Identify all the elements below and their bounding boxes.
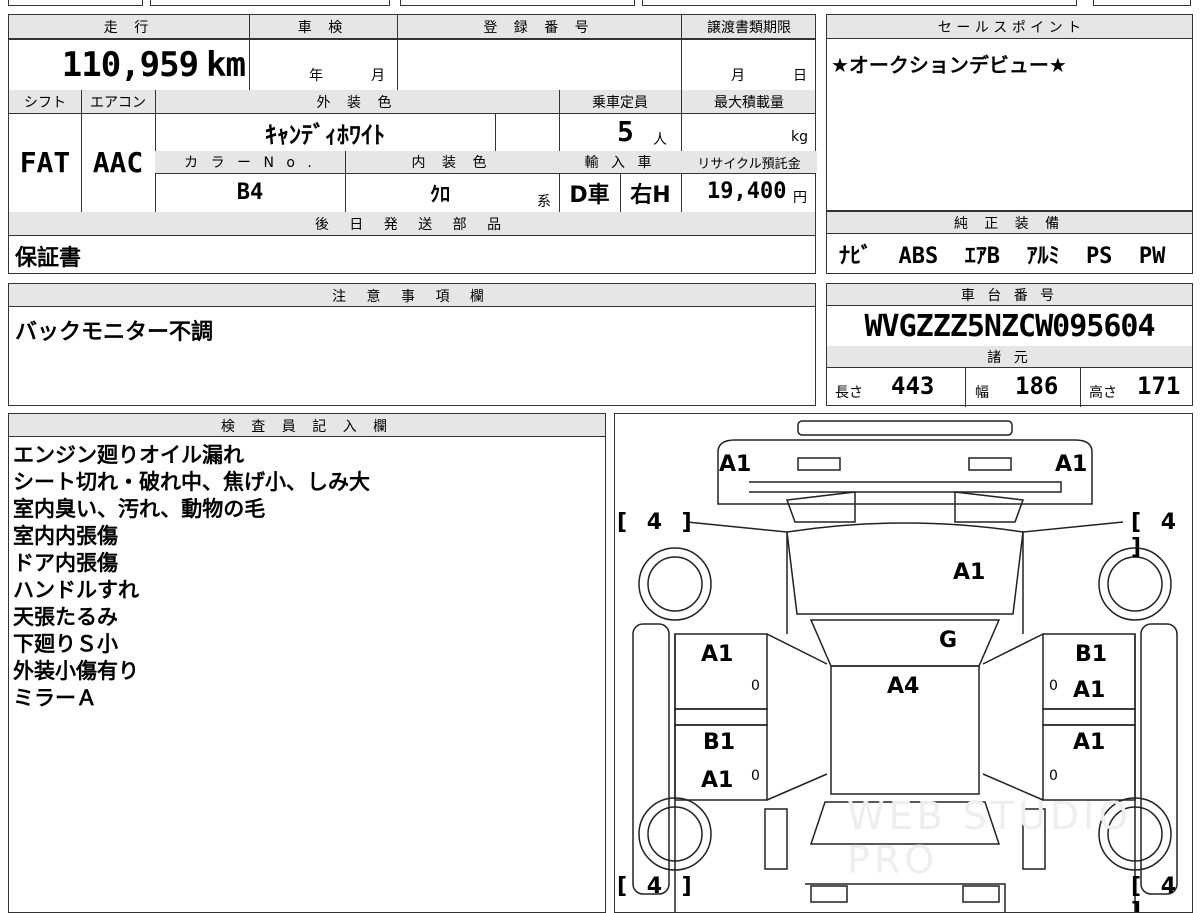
inspector-label: 検 査 員 記 入 欄: [220, 418, 394, 435]
shift-value: FAT: [19, 146, 71, 179]
max-load-unit: kg: [791, 129, 808, 145]
deadline-month-unit: 月: [731, 68, 745, 84]
inspector-note-line: 外装小傷有り: [13, 659, 139, 683]
mark-front-left: A1: [719, 452, 752, 477]
notes-box: 注 意 事 項 欄 バックモニター不調: [8, 283, 816, 406]
later-parts-label: 後 日 発 送 部 品: [314, 216, 510, 233]
sales-point-label: セ ー ル ス ポ イ ン ト: [937, 20, 1082, 36]
inspector-note-line: ハンドルすれ: [13, 578, 139, 602]
height-label: 高さ: [1089, 385, 1117, 401]
inspector-note-line: エンジン廻りオイル漏れ: [13, 443, 244, 467]
inspection-month-unit: 月: [371, 68, 385, 84]
aircon-value: AAC: [92, 146, 144, 179]
inspector-note-line: ミラーＡ: [13, 686, 97, 710]
sales-point-text: ★オークションデビュー★: [831, 53, 1067, 77]
genuine-equipment-value: ﾅﾋﾞ ABS ｴｱB ｱﾙﾐ PS PW: [839, 244, 1166, 269]
inspector-note-line: 下廻りＳ小: [13, 632, 118, 656]
mark-front-right: A1: [1055, 452, 1088, 477]
chassis-label: 車 台 番 号: [960, 288, 1059, 304]
color-no-label: カ ラ ー N o .: [184, 155, 316, 171]
deadline-day-unit: 日: [793, 68, 807, 84]
genuine-equipment-label: 純 正 装 備: [953, 216, 1066, 232]
height-value: 171: [1137, 372, 1181, 400]
chassis-box: 車 台 番 号 WVGZZZ5NZCW095604 諸 元 長さ 443 幅 1…: [826, 283, 1193, 407]
inspector-note-line: 室内内張傷: [13, 524, 118, 548]
mark-rear-door-right: A1: [1073, 730, 1106, 755]
top-strip: [0, 0, 1200, 8]
shift-label: シフト: [24, 94, 66, 111]
inspector-note-line: ドア内張傷: [13, 551, 118, 575]
sales-point-box: セ ー ル ス ポ イ ン ト ★オークションデビュー★: [826, 14, 1193, 211]
mark-rear-door-left-2: A1: [701, 768, 734, 793]
exterior-color-value: ｷｬﾝﾃﾞｨﾎﾜｲﾄ: [265, 120, 385, 149]
mark-front-door-right-1: B1: [1075, 642, 1108, 667]
mark-windshield: G: [939, 628, 958, 653]
genuine-equipment-box: 純 正 装 備 ﾅﾋﾞ ABS ｴｱB ｱﾙﾐ PS PW: [826, 211, 1193, 274]
capacity-value: 5: [617, 115, 634, 148]
exterior-color-label: 外 装 色: [316, 94, 398, 111]
mark-rear-door-left-1: B1: [703, 730, 736, 755]
damage-diagram: A1 A1 A1 G A4 A1 B1 A1 B1 A1 A1 0 0 0 0 …: [614, 413, 1193, 913]
mark-roof: A4: [887, 674, 920, 699]
capacity-label: 乗車定員: [592, 94, 648, 111]
mileage-label: 走 行: [103, 20, 155, 36]
mark-hood: A1: [953, 560, 986, 585]
notes-value: バックモニター不調: [15, 320, 214, 345]
mark-front-door-left: A1: [701, 642, 734, 667]
vehicle-info-table: 走 行 車 検 登 録 番 号 譲渡書類期限 110,959 km 年 月 月 日…: [8, 14, 817, 274]
import-label: 輸 入 車: [584, 155, 656, 171]
recycle-unit: 円: [793, 190, 807, 206]
tread-top-right: [ 4 ]: [1131, 510, 1183, 560]
inspection-label: 車 検: [297, 20, 349, 36]
registration-label: 登 録 番 号: [483, 20, 595, 36]
length-label: 長さ: [835, 385, 863, 401]
inspector-note-line: 天張たるみ: [13, 605, 118, 629]
zero-mark: 0: [751, 678, 760, 694]
inspector-note-line: 室内臭い、汚れ、動物の毛: [13, 497, 266, 521]
zero-mark: 0: [1049, 768, 1058, 784]
watermark: WEB STUDIO PRO: [847, 794, 1133, 882]
tread-bottom-left: [ 4 ]: [617, 874, 698, 899]
mileage-value: 110,959: [61, 45, 199, 85]
mark-front-door-right-2: A1: [1073, 678, 1106, 703]
transfer-deadline-label: 譲渡書類期限: [707, 20, 791, 36]
interior-color-value: ｸﾛ: [430, 182, 450, 206]
chassis-value: WVGZZZ5NZCW095604: [864, 308, 1155, 344]
handle-value: 右H: [630, 182, 671, 208]
zero-mark: 0: [1049, 678, 1058, 694]
max-load-label: 最大積載量: [714, 94, 784, 111]
zero-mark: 0: [751, 768, 760, 784]
width-label: 幅: [975, 385, 989, 401]
import-value: D車: [569, 182, 610, 208]
capacity-unit: 人: [653, 132, 667, 148]
length-value: 443: [891, 372, 935, 400]
aircon-label: エアコン: [90, 94, 146, 111]
recycle-label: リサイクル預託金: [697, 156, 801, 172]
inspector-notes: エンジン廻りオイル漏れ シート切れ・破れ中、焦げ小、しみ大 室内臭い、汚れ、動物…: [13, 442, 370, 712]
dimensions-label: 諸 元: [987, 350, 1032, 366]
later-parts-value: 保証書: [15, 246, 82, 271]
inspector-box: 検 査 員 記 入 欄 エンジン廻りオイル漏れ シート切れ・破れ中、焦げ小、しみ…: [8, 413, 606, 913]
notes-label: 注 意 事 項 欄: [332, 288, 492, 305]
width-value: 186: [1015, 372, 1059, 400]
interior-suffix: 系: [537, 194, 551, 210]
recycle-value: 19,400: [707, 179, 787, 204]
color-no-value: B4: [236, 180, 264, 205]
interior-color-label: 内 装 色: [411, 155, 493, 171]
mileage-unit: km: [206, 45, 246, 85]
tread-top-left: [ 4 ]: [617, 510, 698, 535]
inspection-year-unit: 年: [309, 68, 323, 84]
inspector-note-line: シート切れ・破れ中、焦げ小、しみ大: [13, 470, 370, 494]
